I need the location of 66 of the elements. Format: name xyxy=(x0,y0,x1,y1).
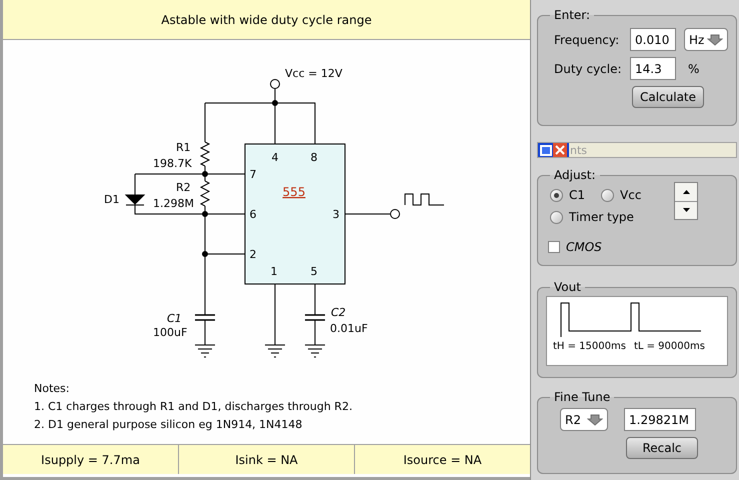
up-arrow-icon xyxy=(682,190,690,194)
component-name: R1 xyxy=(176,141,191,154)
supply-label: Vcc = 12V xyxy=(285,67,342,80)
pin-number: 3 xyxy=(332,208,340,221)
bar-text: nts xyxy=(570,144,588,156)
window-buttons-icon[interactable] xyxy=(538,143,569,157)
radio-button[interactable] xyxy=(601,188,614,202)
capacitor-symbol xyxy=(305,314,325,321)
frequency-field[interactable]: 0.010 xyxy=(630,28,676,51)
radio-label: Vcc xyxy=(620,187,642,204)
component-name: C2 xyxy=(331,306,346,319)
note-text: 1. C1 charges through R1 and D1, discharges through R2. xyxy=(34,399,354,415)
group-title: Fine Tune xyxy=(553,389,612,406)
field-label: Duty cycle: xyxy=(554,60,622,78)
unit-label: % xyxy=(688,60,700,78)
component-value: 198.7K xyxy=(153,157,192,170)
ground-icon xyxy=(194,344,216,358)
checkbox[interactable] xyxy=(548,241,560,253)
pin-number: 5 xyxy=(310,265,318,278)
component-name: D1 xyxy=(104,193,120,206)
field-label: Frequency: xyxy=(554,32,620,48)
component-value: 0.01uF xyxy=(330,322,368,335)
radio-button[interactable] xyxy=(550,188,563,202)
group-title: Enter: xyxy=(553,7,592,24)
calculate-button[interactable]: Calculate xyxy=(632,86,704,108)
diode-symbol xyxy=(126,194,146,206)
component-value: 1.298M xyxy=(153,197,194,210)
status-field: Isupply = 7.7ma xyxy=(3,445,178,474)
checkbox-label: CMOS xyxy=(566,239,602,256)
chip-label: 555 xyxy=(282,185,306,199)
caret-icon xyxy=(707,34,723,46)
caret-icon xyxy=(587,414,603,426)
pin-number: 2 xyxy=(250,248,256,261)
value-field[interactable]: 1.29821M xyxy=(624,408,696,431)
pin-number: 6 xyxy=(250,208,256,221)
title-bar: Astable with wide duty cycle range xyxy=(3,0,530,40)
capacitor-symbol xyxy=(195,314,215,321)
ground-icon xyxy=(264,344,286,358)
radio-button[interactable] xyxy=(550,210,563,224)
component-value: 100uF xyxy=(153,326,188,339)
pin-number: 1 xyxy=(270,265,278,278)
note-text: 2. D1 general purpose silicon eg 1N914, 1N4148 xyxy=(34,417,304,433)
square-wave-icon xyxy=(404,194,444,206)
radio-label: Timer type xyxy=(569,209,634,226)
low-time-label: tL = 90000ms xyxy=(634,340,705,354)
group-title: Vout xyxy=(553,279,582,296)
unit-dropdown[interactable]: Hz xyxy=(684,28,728,51)
terminal-icon xyxy=(270,79,280,89)
pin-number: 8 xyxy=(310,151,318,164)
duty-cycle-field[interactable]: 14.3 xyxy=(630,57,676,80)
component-name: C1 xyxy=(167,312,182,325)
unit-dropdown[interactable]: R2 xyxy=(560,408,608,431)
high-time-label: tH = 15000ms xyxy=(553,340,626,354)
down-arrow-icon xyxy=(682,208,690,212)
radio-label: C1 xyxy=(569,187,586,204)
component-name: R2 xyxy=(176,181,191,194)
note-text: Notes: xyxy=(34,381,70,397)
group-title: Adjust: xyxy=(553,167,597,184)
spin-buttons[interactable] xyxy=(674,182,698,220)
terminal-icon xyxy=(390,209,400,219)
status-field: Isink = NA xyxy=(178,445,354,474)
pin-number: 4 xyxy=(272,151,278,164)
pin-number: 7 xyxy=(250,168,256,181)
recalc-button[interactable]: Recalc xyxy=(626,437,698,459)
status-field: Isource = NA xyxy=(354,445,530,474)
ground-icon xyxy=(304,344,326,358)
